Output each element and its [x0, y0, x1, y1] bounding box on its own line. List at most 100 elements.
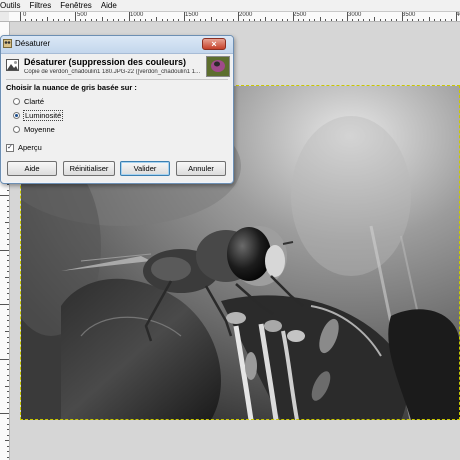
- ruler-tick: [0, 195, 9, 196]
- ruler-tick: [7, 254, 9, 256]
- radio-average[interactable]: Moyenne: [13, 124, 55, 135]
- ruler-tick: [7, 287, 9, 289]
- ruler-tick: [287, 19, 289, 21]
- ruler-tick: [396, 19, 398, 21]
- ruler-label: 2000: [239, 12, 253, 18]
- ruler-tick: [297, 19, 299, 21]
- radio-button[interactable]: [13, 98, 20, 105]
- ruler-tick: [357, 19, 359, 21]
- ruler-tick: [385, 19, 387, 21]
- dialog-body: Désaturer (suppression des couleurs) Cop…: [2, 54, 232, 182]
- ruler-tick: [79, 19, 81, 21]
- ruler-tick: [0, 358, 9, 360]
- preview-label: Aperçu: [18, 143, 42, 152]
- ruler-tick: [7, 309, 9, 311]
- desaturate-icon: [6, 59, 19, 71]
- ruler-tick: [25, 19, 27, 21]
- ruler-tick: [90, 19, 92, 21]
- ruler-tick: [101, 17, 103, 21]
- horizontal-ruler[interactable]: 0 500 1000 1500 2000 2500 3000 3500 4000: [9, 12, 460, 22]
- radio-lightness[interactable]: Clarté: [13, 96, 44, 107]
- ruler-tick: [363, 19, 365, 21]
- ruler-tick: [270, 19, 272, 21]
- ruler-tick: [7, 434, 9, 436]
- help-button[interactable]: Aide: [7, 161, 57, 176]
- ruler-tick: [238, 12, 239, 21]
- ruler-label: 1500: [185, 12, 199, 18]
- ruler-tick: [428, 17, 430, 21]
- ruler-tick: [7, 200, 9, 202]
- reset-button[interactable]: Réinitialiser: [63, 161, 115, 176]
- preview-toggle[interactable]: ✓ Aperçu: [6, 143, 42, 152]
- cancel-button[interactable]: Annuler: [176, 161, 226, 176]
- ruler-tick: [276, 19, 278, 21]
- ruler-tick: [341, 19, 343, 21]
- ruler-tick: [7, 363, 9, 365]
- ruler-tick: [292, 12, 294, 21]
- ruler-tick: [7, 314, 9, 316]
- radio-label: Clarté: [24, 97, 45, 106]
- close-button[interactable]: ×: [202, 38, 226, 50]
- ruler-tick: [406, 19, 408, 21]
- ruler-tick: [281, 19, 283, 21]
- ruler-tick: [7, 429, 9, 431]
- ruler-tick: [7, 298, 9, 300]
- ruler-tick: [7, 396, 9, 398]
- ruler-tick: [7, 320, 9, 322]
- gimp-icon: [3, 39, 12, 48]
- ruler-tick: [450, 19, 452, 21]
- ruler-tick: [7, 205, 9, 207]
- dialog-titlebar[interactable]: Désaturer ×: [1, 36, 233, 54]
- ruler-tick: [417, 19, 419, 21]
- ruler-tick: [0, 304, 9, 305]
- radio-button-selected[interactable]: [13, 112, 20, 119]
- ruler-tick: [210, 17, 212, 21]
- radio-luminosity[interactable]: Luminosité: [13, 110, 64, 121]
- ruler-tick: [7, 407, 9, 409]
- ruler-tick: [107, 19, 109, 21]
- ruler-tick: [172, 19, 174, 21]
- ruler-tick: [63, 19, 65, 21]
- ruler-tick: [7, 342, 9, 344]
- menu-bar: Outils Filtres Fenêtres Aide: [0, 0, 460, 12]
- ruler-tick: [7, 238, 9, 240]
- ruler-tick: [167, 19, 169, 21]
- preview-checkbox[interactable]: ✓: [6, 143, 14, 152]
- ruler-tick: [221, 19, 223, 21]
- ruler-tick: [265, 17, 267, 21]
- ruler-tick: [7, 244, 9, 246]
- radio-button[interactable]: [13, 126, 20, 133]
- ruler-tick: [96, 19, 98, 21]
- menu-windows[interactable]: Fenêtres: [56, 1, 97, 11]
- dialog-header-title: Désaturer (suppression des couleurs): [24, 57, 187, 67]
- ruler-tick: [7, 227, 9, 229]
- ruler-tick: [7, 391, 9, 393]
- menu-filters[interactable]: Filtres: [25, 1, 56, 11]
- ruler-tick: [243, 19, 245, 21]
- ruler-tick: [7, 423, 9, 425]
- menu-help[interactable]: Aide: [97, 1, 122, 11]
- ruler-tick: [7, 293, 9, 295]
- close-icon: ×: [211, 39, 217, 49]
- ruler-tick: [7, 325, 9, 327]
- ruler-tick: [112, 19, 114, 21]
- ruler-tick: [5, 222, 9, 224]
- menu-tools[interactable]: Outils: [0, 1, 25, 11]
- ruler-tick: [232, 19, 234, 21]
- ruler-tick: [401, 12, 403, 21]
- ruler-tick: [145, 19, 147, 21]
- ruler-tick: [434, 19, 436, 21]
- ruler-tick: [7, 265, 9, 267]
- ruler-tick: [205, 19, 207, 21]
- ruler-tick: [7, 456, 9, 458]
- ruler-tick: [41, 19, 43, 21]
- ruler-tick: [5, 331, 9, 333]
- ruler-tick: [7, 233, 9, 235]
- ruler-tick: [390, 19, 392, 21]
- ruler-label: 2500: [293, 12, 307, 18]
- ruler-tick: [52, 19, 54, 21]
- ok-button[interactable]: Valider: [120, 161, 170, 176]
- ruler-tick: [7, 445, 9, 447]
- ruler-tick: [445, 19, 447, 21]
- ruler-tick: [139, 19, 141, 21]
